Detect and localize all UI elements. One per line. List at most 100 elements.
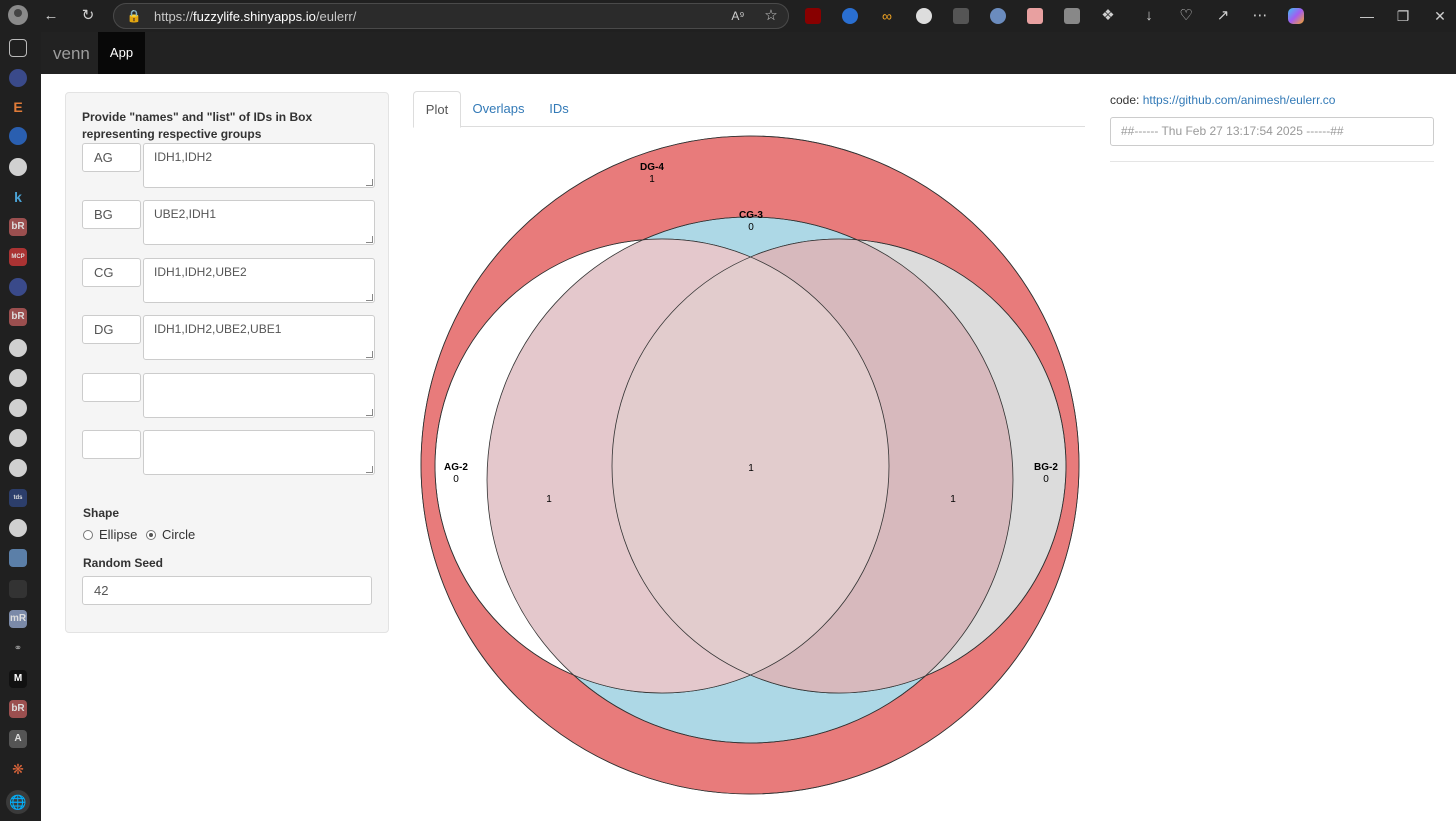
resize-grip-icon[interactable]	[366, 236, 373, 243]
tab-favicon[interactable]: M	[9, 670, 27, 688]
log-output-field[interactable]: ##------ Thu Feb 27 13:17:54 2025 ------…	[1110, 117, 1434, 146]
main-tabs: Plot Overlaps IDs	[413, 91, 1085, 128]
downloads-icon[interactable]: ↓	[1137, 4, 1161, 28]
tab-favicon[interactable]: k	[9, 188, 27, 206]
code-prefix: code:	[1110, 93, 1143, 107]
browser-essentials-icon[interactable]: ♡	[1174, 4, 1198, 28]
tab-favicon[interactable]: A	[9, 730, 27, 748]
venn-count-ag: 0	[453, 474, 459, 485]
random-seed-label: Random Seed	[83, 556, 164, 570]
group-name-input-6[interactable]	[82, 430, 141, 459]
code-line: code: https://github.com/animesh/eulerr.…	[1110, 93, 1335, 107]
venn-count-dg: 1	[649, 174, 655, 185]
restore-icon[interactable]: ❐	[1391, 4, 1415, 28]
extension-icon[interactable]	[953, 8, 969, 24]
tab-favicon[interactable]	[9, 278, 27, 296]
divider	[1110, 161, 1434, 162]
group-name-input-5[interactable]	[82, 373, 141, 402]
favorite-star-icon[interactable]: ☆	[759, 4, 783, 28]
refresh-icon[interactable]: ↻	[76, 4, 100, 28]
tab-favicon[interactable]: bR	[9, 700, 27, 718]
profile-avatar[interactable]	[6, 4, 30, 28]
tab-actions-icon[interactable]	[9, 39, 27, 57]
shape-option-ellipse[interactable]: Ellipse	[83, 527, 137, 542]
github-icon[interactable]	[9, 399, 27, 417]
extension-icon[interactable]	[990, 8, 1006, 24]
globe-icon[interactable]: 🌐	[6, 790, 30, 814]
code-link[interactable]: https://github.com/animesh/eulerr.co	[1143, 93, 1336, 107]
venn-label-bg: BG-2	[1034, 462, 1058, 473]
tab-favicon[interactable]: tds	[9, 489, 27, 507]
browser-toolbar: ← ↻ 🔒 https://fuzzylife.shinyapps.io/eul…	[0, 0, 1456, 32]
shape-option-label: Ellipse	[99, 527, 138, 542]
tab-favicon[interactable]	[9, 580, 27, 598]
tab-favicon[interactable]: E	[9, 98, 27, 116]
address-bar[interactable]: 🔒 https://fuzzylife.shinyapps.io/eulerr/…	[113, 3, 789, 29]
group-list-input-3[interactable]: IDH1,IDH2,UBE2	[143, 258, 375, 303]
group-name-input-3[interactable]	[82, 258, 141, 287]
github-icon[interactable]	[9, 459, 27, 477]
nav-tab-app[interactable]: App	[98, 32, 145, 74]
shape-label: Shape	[83, 506, 120, 520]
venn-count-ag-cg-dg: 1	[546, 494, 552, 505]
shape-option-label: Circle	[162, 527, 196, 542]
input-sidebar-panel: Provide "names" and "list" of IDs in Box…	[65, 92, 389, 633]
github-icon[interactable]	[9, 339, 27, 357]
resize-grip-icon[interactable]	[366, 179, 373, 186]
venn-count-bg-cg-dg: 1	[950, 494, 956, 505]
resize-grip-icon[interactable]	[366, 409, 373, 416]
tab-favicon[interactable]: bR	[9, 218, 27, 236]
tab-overlaps[interactable]: Overlaps	[467, 91, 530, 127]
group-list-input-6[interactable]	[143, 430, 375, 475]
group-name-input-4[interactable]	[82, 315, 141, 344]
venn-count-cg: 0	[748, 222, 754, 233]
extension-icon[interactable]	[916, 8, 932, 24]
ublock-extension-icon[interactable]	[805, 8, 821, 24]
extension-icon[interactable]	[842, 8, 858, 24]
tab-favicon[interactable]	[9, 127, 27, 145]
tab-favicon[interactable]: ❋	[9, 760, 27, 778]
lock-icon: 🔒	[126, 9, 142, 23]
group-list-input-2[interactable]: UBE2,IDH1	[143, 200, 375, 245]
group-list-input-5[interactable]	[143, 373, 375, 418]
venn-count-bg: 0	[1043, 474, 1049, 485]
minimize-icon[interactable]: —	[1355, 4, 1379, 28]
radio-circle[interactable]	[146, 529, 156, 540]
tab-favicon[interactable]: bR	[9, 308, 27, 326]
tab-ids[interactable]: IDs	[539, 91, 579, 127]
github-icon[interactable]	[9, 429, 27, 447]
tab-favicon[interactable]: mR	[9, 610, 27, 628]
resize-grip-icon[interactable]	[366, 351, 373, 358]
extension-icon[interactable]	[1027, 8, 1043, 24]
more-menu-icon[interactable]: ⋯	[1248, 4, 1272, 28]
group-name-input-2[interactable]	[82, 200, 141, 229]
url-text: https://fuzzylife.shinyapps.io/eulerr/	[154, 9, 357, 24]
github-icon[interactable]	[9, 369, 27, 387]
shape-option-circle[interactable]: Circle	[146, 527, 195, 542]
tab-favicon[interactable]	[9, 69, 27, 87]
tab-plot[interactable]: Plot	[413, 91, 461, 128]
venn-label-ag: AG-2	[444, 462, 468, 473]
random-seed-input[interactable]	[82, 576, 372, 605]
back-icon[interactable]: ←	[39, 4, 63, 28]
group-list-input-4[interactable]: IDH1,IDH2,UBE2,UBE1	[143, 315, 375, 360]
group-name-input-1[interactable]	[82, 143, 141, 172]
resize-grip-icon[interactable]	[366, 294, 373, 301]
extension-icon[interactable]	[1064, 8, 1080, 24]
group-list-input-1[interactable]: IDH1,IDH2	[143, 143, 375, 188]
github-icon[interactable]	[9, 519, 27, 537]
share-icon[interactable]: ↗	[1211, 4, 1235, 28]
github-icon[interactable]	[9, 158, 27, 176]
resize-grip-icon[interactable]	[366, 466, 373, 473]
radio-ellipse[interactable]	[83, 529, 93, 540]
tab-favicon[interactable]	[9, 549, 27, 567]
link-icon[interactable]: ⚭	[9, 640, 27, 658]
close-icon[interactable]: ✕	[1428, 4, 1452, 28]
venn-count-center: 1	[748, 463, 754, 474]
navbar-brand[interactable]: venn	[53, 44, 90, 64]
read-aloud-icon[interactable]: A⁹	[726, 4, 750, 28]
copilot-icon[interactable]	[1288, 8, 1304, 24]
tab-favicon[interactable]: MCP	[9, 248, 27, 266]
infinity-extension-icon[interactable]: ∞	[879, 8, 895, 24]
extensions-puzzle-icon[interactable]: ❖	[1096, 4, 1120, 28]
